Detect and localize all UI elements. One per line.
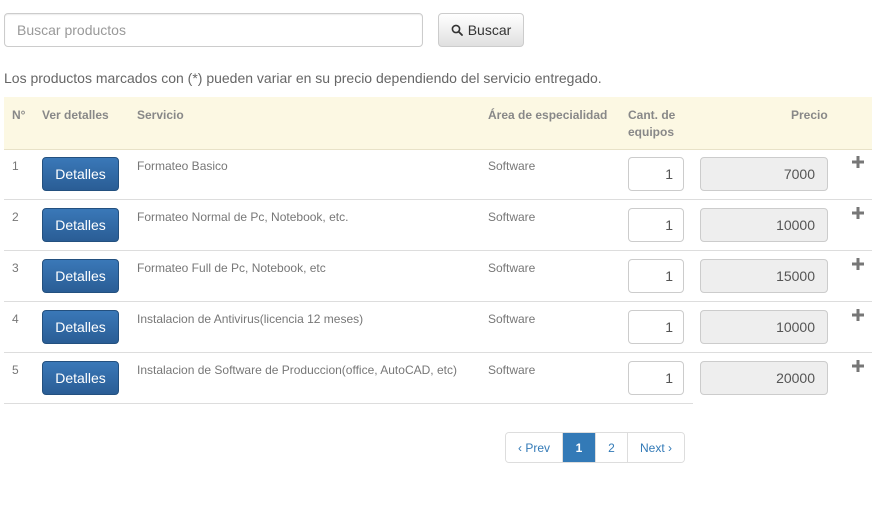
- price-notice: Los productos marcados con (*) pueden va…: [4, 70, 602, 86]
- add-icon[interactable]: [851, 308, 865, 322]
- details-button[interactable]: Detalles: [42, 157, 119, 191]
- header-num: N°: [12, 108, 26, 122]
- quantity-input[interactable]: [628, 310, 684, 344]
- table-row: 4 Detalles Instalacion de Antivirus(lice…: [4, 302, 872, 353]
- quantity-input[interactable]: [628, 157, 684, 191]
- table-row: 2 Detalles Formateo Normal de Pc, Notebo…: [4, 200, 872, 251]
- add-icon[interactable]: [851, 359, 865, 373]
- service-name: Formateo Full de Pc, Notebook, etc: [137, 261, 326, 275]
- header-ver-detalles: Ver detalles: [42, 108, 109, 122]
- service-name: Formateo Basico: [137, 159, 228, 173]
- header-servicio: Servicio: [137, 108, 184, 122]
- price-field: [700, 208, 828, 242]
- header-area: Área de especialidad: [488, 108, 608, 122]
- details-button[interactable]: Detalles: [42, 259, 119, 293]
- specialty-area: Software: [488, 363, 536, 377]
- service-name: Instalacion de Software de Produccion(of…: [137, 363, 457, 377]
- price-field: [700, 259, 828, 293]
- details-button[interactable]: Detalles: [42, 310, 119, 344]
- pagination-page-1[interactable]: 1: [562, 433, 595, 462]
- pagination-prev[interactable]: ‹ Prev: [506, 433, 562, 462]
- specialty-area: Software: [488, 261, 536, 275]
- row-number: 1: [12, 159, 19, 173]
- search-button-label: Buscar: [467, 22, 512, 38]
- row-number: 4: [12, 312, 19, 326]
- specialty-area: Software: [488, 159, 536, 173]
- price-field: [700, 361, 828, 395]
- pagination-next[interactable]: Next ›: [627, 433, 684, 462]
- header-cantidad: Cant. de equipos: [628, 108, 676, 139]
- search-icon: [451, 24, 463, 36]
- add-icon[interactable]: [851, 206, 865, 220]
- specialty-area: Software: [488, 312, 536, 326]
- header-precio: Precio: [791, 108, 828, 122]
- quantity-input[interactable]: [628, 361, 684, 395]
- price-field: [700, 310, 828, 344]
- row-number: 2: [12, 210, 19, 224]
- row-divider: [4, 403, 693, 404]
- details-button[interactable]: Detalles: [42, 361, 119, 395]
- search-button[interactable]: Buscar: [438, 13, 524, 47]
- table-row: 3 Detalles Formateo Full de Pc, Notebook…: [4, 251, 872, 302]
- search-bar: Buscar: [4, 13, 873, 47]
- details-button[interactable]: Detalles: [42, 208, 119, 242]
- add-icon[interactable]: [851, 257, 865, 271]
- specialty-area: Software: [488, 210, 536, 224]
- row-number: 3: [12, 261, 19, 275]
- pagination-page-2[interactable]: 2: [595, 433, 627, 462]
- search-input[interactable]: [4, 13, 423, 47]
- service-name: Formateo Normal de Pc, Notebook, etc.: [137, 210, 349, 224]
- quantity-input[interactable]: [628, 208, 684, 242]
- service-name: Instalacion de Antivirus(licencia 12 mes…: [137, 312, 364, 326]
- table-row: 5 Detalles Instalacion de Software de Pr…: [4, 353, 872, 404]
- row-number: 5: [12, 363, 19, 377]
- pagination: ‹ Prev 1 2 Next ›: [505, 432, 685, 463]
- table-header: N° Ver detalles Servicio Área de especia…: [4, 97, 872, 150]
- quantity-input[interactable]: [628, 259, 684, 293]
- price-field: [700, 157, 828, 191]
- table-row: 1 Detalles Formateo Basico Software: [4, 149, 872, 200]
- add-icon[interactable]: [851, 155, 865, 169]
